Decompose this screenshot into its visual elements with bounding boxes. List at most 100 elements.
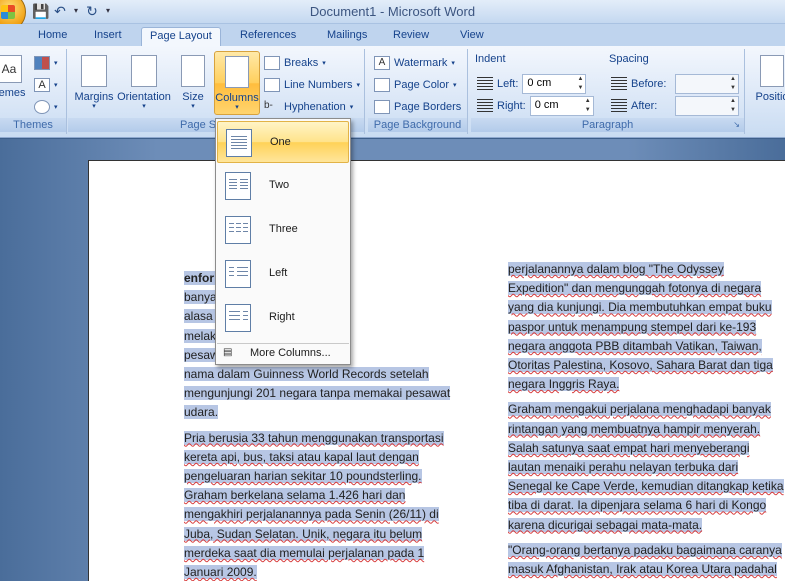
position-button[interactable]: Positio: [752, 51, 785, 103]
right-paragraph-2: Graham mengakui perjalana menghadapi ban…: [508, 400, 785, 534]
columns-option-left[interactable]: Left: [217, 253, 349, 295]
tab-review[interactable]: Review: [385, 27, 437, 46]
tab-view[interactable]: View: [452, 27, 492, 46]
page-color-icon: [374, 78, 390, 92]
left-column-icon: [225, 260, 251, 288]
columns-icon: [225, 56, 249, 88]
columns-option-two[interactable]: Two: [217, 165, 349, 207]
page-background-group: A Watermark ▾ Page Color ▾ Page Borders Pa…: [368, 49, 468, 134]
text-line: pengeluaran harian sekitar 10 poundsterl…: [184, 469, 422, 484]
text-line: mengakhiri perjalanannya pada Senin (26/…: [184, 507, 439, 522]
indent-label: Indent: [475, 53, 506, 65]
margins-button[interactable]: Margins ▾: [72, 51, 116, 111]
hyphenation-icon: b‑: [264, 100, 273, 111]
text-line: karena dicurigai sebagai mata-mata.: [508, 517, 703, 532]
more-columns-icon: ▤: [223, 347, 233, 358]
text-line: negara anggota PBB ditambah Vatikan, Tai…: [508, 338, 762, 353]
columns-option-label: One: [270, 136, 291, 148]
text-line: Graham mengakui perjalana menghadapi ban…: [508, 402, 771, 417]
more-columns-menu-item[interactable]: ▤ More Columns...: [217, 345, 349, 363]
columns-option-label: Two: [269, 179, 290, 191]
orientation-icon: [131, 55, 157, 87]
columns-option-label: Left: [269, 267, 288, 279]
indent-left-field[interactable]: 0 cm ▲ ▼: [522, 74, 587, 94]
tab-references[interactable]: References: [232, 27, 304, 46]
text-line: "Orang-orang bertanya padaku bagaimana c…: [508, 542, 782, 557]
hyphenation-button[interactable]: b‑ Hyphenation ▾: [264, 97, 353, 117]
one-column-icon: [226, 129, 252, 157]
indent-right-field[interactable]: 0 cm ▲ ▼: [529, 96, 594, 116]
breaks-icon: [264, 56, 280, 70]
themes-icon: Aa: [0, 55, 22, 83]
columns-option-three[interactable]: Three: [217, 209, 349, 251]
page-background-group-label: Page Background: [368, 118, 467, 132]
indent-right-spinner[interactable]: ▲ ▼: [585, 97, 591, 115]
left-paragraph-2: Pria berusia 33 tahun menggunakan transp…: [184, 429, 464, 581]
columns-dropdown-menu: One Two Three Left Right ▤ More Columns.…: [215, 118, 351, 365]
orientation-button[interactable]: Orientation ▾: [116, 51, 172, 111]
text-line: Expedition" dan mengunggah fotonya di ne…: [508, 281, 762, 296]
spacing-before-spinner[interactable]: ▲ ▼: [730, 75, 736, 93]
spacing-before-icon: [611, 77, 627, 91]
text-line: lautan menaiki perahu nelayan terbuka da…: [508, 460, 739, 475]
indent-left-row: Left: 0 cm ▲ ▼: [477, 74, 587, 94]
theme-colors-button[interactable]: ▾: [34, 53, 58, 73]
tab-mailings[interactable]: Mailings: [319, 27, 375, 46]
theme-effects-icon: [34, 100, 50, 114]
tab-page-layout[interactable]: Page Layout: [141, 27, 221, 46]
breaks-button[interactable]: Breaks ▾: [264, 53, 326, 73]
themes-group: Aa hemes ▾ A▾ ▾ Themes: [0, 49, 67, 134]
indent-left-spinner[interactable]: ▲ ▼: [577, 75, 583, 93]
text-line: merdeka saat dia memulai perjalanan pada…: [184, 545, 425, 560]
text-line: Pria berusia 33 tahun menggunakan transp…: [184, 430, 444, 445]
text-line: kereta api, bus, taksi atau kapal laut d…: [184, 449, 419, 464]
text-line: rintangan yang membuatnya hampir menyera…: [508, 421, 761, 436]
ribbon-tabs: Home Insert Page Layout References Maili…: [0, 24, 785, 46]
watermark-button[interactable]: A Watermark ▾: [374, 53, 455, 73]
text-line: tiba di darat. Ia dipenjara selama 6 har…: [508, 498, 767, 513]
spacing-after-row: After: ▲ ▼: [611, 96, 739, 116]
text-line: masuk Afghanistan, Irak atau Korea Utara…: [508, 562, 777, 577]
spacing-label: Spacing: [609, 53, 649, 65]
text-line: Otoritas Palestina, Kosovo, Sahara Barat…: [508, 358, 773, 373]
title-bar: 💾 ↶ ▾ ↻ ▾ Document1 - Microsoft Word: [0, 0, 785, 32]
theme-colors-icon: [34, 56, 50, 70]
theme-effects-button[interactable]: ▾: [34, 97, 58, 117]
line-numbers-button[interactable]: Line Numbers ▾: [264, 75, 360, 95]
paragraph-group: Indent Left: 0 cm ▲ ▼ Right: 0 cm ▲ ▼ Spac…: [471, 49, 745, 134]
text-line: Januari 2009.: [184, 565, 257, 580]
text-line: yang dia kunjungi. Dia membutuhkan empat…: [508, 300, 772, 315]
tab-home[interactable]: Home: [30, 27, 75, 46]
size-button[interactable]: Size ▾: [176, 51, 210, 111]
three-columns-icon: [225, 216, 251, 244]
text-line: Graham berkelana selama 1.426 hari dan: [184, 488, 406, 503]
tab-insert[interactable]: Insert: [86, 27, 130, 46]
page-borders-button[interactable]: Page Borders: [374, 97, 461, 117]
position-icon: [760, 55, 784, 87]
text-line: Juba, Sudan Selatan. Unik, negara itu be…: [184, 526, 423, 541]
columns-option-one[interactable]: One: [217, 121, 349, 163]
paragraph-dialog-launcher-icon[interactable]: ↘: [733, 118, 740, 132]
window-title: Document1 - Microsoft Word: [309, 4, 476, 19]
themes-group-label: Themes: [0, 118, 66, 132]
spacing-after-spinner[interactable]: ▲ ▼: [730, 97, 736, 115]
line-numbers-icon: [264, 78, 280, 92]
right-column[interactable]: perjalanannya dalam blog "The Odyssey Ex…: [508, 260, 785, 581]
margins-icon: [81, 55, 107, 87]
text-line: mengunjungi 201 negara tanpa memakai pes…: [184, 386, 451, 401]
spacing-before-row: Before: ▲ ▼: [611, 74, 739, 94]
two-columns-icon: [225, 172, 251, 200]
indent-right-icon: [477, 99, 493, 113]
themes-button[interactable]: Aa hemes: [0, 51, 26, 99]
indent-right-row: Right: 0 cm ▲ ▼: [477, 96, 594, 116]
columns-option-label: Three: [269, 223, 298, 235]
columns-button[interactable]: Columns ▾: [214, 51, 260, 115]
watermark-icon: A: [374, 56, 390, 70]
menu-separator: [217, 343, 349, 344]
theme-fonts-button[interactable]: A ▾: [34, 75, 58, 95]
spacing-after-field[interactable]: ▲ ▼: [675, 96, 739, 116]
columns-option-right[interactable]: Right: [217, 297, 349, 339]
page-color-button[interactable]: Page Color ▾: [374, 75, 457, 95]
spacing-before-field[interactable]: ▲ ▼: [675, 74, 739, 94]
page-borders-icon: [374, 100, 390, 114]
